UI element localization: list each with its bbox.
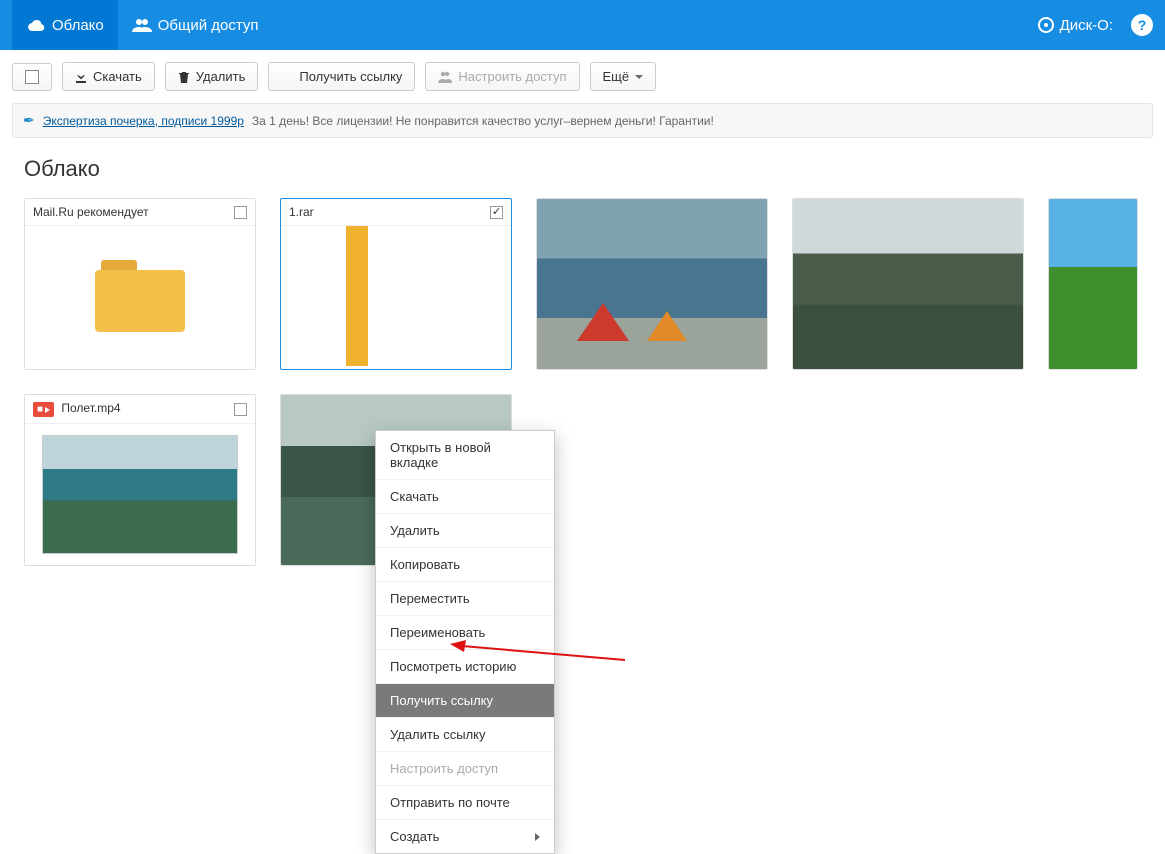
trash-icon (178, 71, 190, 83)
card-checkbox[interactable] (234, 206, 247, 219)
ctx-create[interactable]: Создать (376, 819, 554, 853)
link-icon (281, 71, 293, 83)
tab-shared[interactable]: Общий доступ (118, 0, 273, 50)
card-title: 1.rar (289, 205, 314, 219)
ctx-download[interactable]: Скачать (376, 479, 554, 513)
tab-cloud[interactable]: Облако (12, 0, 118, 50)
card-photo-tents[interactable] (536, 198, 768, 370)
share-access-label: Настроить доступ (458, 69, 566, 84)
disk-o-link[interactable]: Диск-О: (1032, 0, 1119, 50)
card-body (281, 226, 511, 366)
card-title: Mail.Ru рекомендует (33, 205, 149, 219)
pen-icon: ✒ (23, 112, 35, 129)
download-label: Скачать (93, 69, 142, 84)
people-icon (438, 71, 452, 83)
ctx-get-link[interactable]: Получить ссылку (376, 683, 554, 717)
file-grid: Mail.Ru рекомендует 1.rar (0, 190, 1165, 574)
ctx-share-access[interactable]: Настроить доступ (376, 751, 554, 785)
video-badge: ■ (33, 402, 54, 417)
topbar-right: Диск-О: ? (1032, 0, 1153, 50)
card-photo-field[interactable] (1048, 198, 1138, 370)
more-button[interactable]: Ещё (590, 62, 657, 91)
ad-tail: За 1 день! Все лицензии! Не понравится к… (252, 114, 714, 128)
card-body (25, 226, 255, 366)
delete-button[interactable]: Удалить (165, 62, 259, 91)
ctx-copy[interactable]: Копировать (376, 547, 554, 581)
more-label: Ещё (603, 69, 630, 84)
card-head: 1.rar (281, 199, 511, 226)
download-button[interactable]: Скачать (62, 62, 155, 91)
card-photo-lake[interactable] (792, 198, 1024, 370)
thumbnail-image (42, 435, 238, 554)
card-head: Mail.Ru рекомендует (25, 199, 255, 226)
content: Mail.Ru рекомендует 1.rar (0, 190, 1165, 574)
toolbar: Скачать Удалить Получить ссылку Настроит… (0, 50, 1165, 103)
page-title: Облако (0, 142, 1165, 190)
delete-label: Удалить (196, 69, 246, 84)
ctx-move[interactable]: Переместить (376, 581, 554, 615)
disk-o-label: Диск-О: (1060, 17, 1113, 34)
thumbnail-image (793, 199, 1023, 369)
card-checkbox[interactable] (490, 206, 503, 219)
disk-o-icon (1038, 17, 1054, 33)
ctx-remove-link[interactable]: Удалить ссылку (376, 717, 554, 751)
card-head: ■ Полет.mp4 (25, 395, 255, 424)
download-icon (75, 71, 87, 83)
checkbox-icon (25, 70, 39, 84)
ad-banner: ✒ Экспертиза почерка, подписи 1999р За 1… (12, 103, 1153, 138)
chevron-right-icon (535, 833, 540, 841)
card-checkbox[interactable] (234, 403, 247, 416)
tab-shared-label: Общий доступ (158, 17, 259, 34)
share-access-button[interactable]: Настроить доступ (425, 62, 579, 91)
card-body (537, 199, 767, 369)
tab-cloud-label: Облако (52, 17, 104, 34)
get-link-button[interactable]: Получить ссылку (268, 62, 415, 91)
people-icon (132, 18, 152, 32)
card-title: Полет.mp4 (61, 401, 120, 415)
topbar-left: Облако Общий доступ (12, 0, 273, 50)
card-body (793, 199, 1023, 369)
help-button[interactable]: ? (1131, 14, 1153, 36)
card-video[interactable]: ■ Полет.mp4 (24, 394, 256, 566)
select-all-checkbox[interactable] (12, 63, 52, 91)
rar-icon (346, 226, 368, 366)
get-link-label: Получить ссылку (299, 69, 402, 84)
card-rar[interactable]: 1.rar (280, 198, 512, 370)
cloud-icon (26, 18, 46, 32)
ctx-delete[interactable]: Удалить (376, 513, 554, 547)
card-title-wrap: ■ Полет.mp4 (33, 401, 121, 417)
thumbnail-image (537, 199, 767, 369)
thumbnail-image (1049, 199, 1137, 369)
folder-icon (95, 260, 185, 332)
ctx-send-mail[interactable]: Отправить по почте (376, 785, 554, 819)
chevron-down-icon (635, 75, 643, 79)
topbar: Облако Общий доступ Диск-О: ? (0, 0, 1165, 50)
ad-link[interactable]: Экспертиза почерка, подписи 1999р (43, 114, 244, 128)
card-recommend[interactable]: Mail.Ru рекомендует (24, 198, 256, 370)
card-body (25, 424, 255, 564)
annotation-arrow (450, 640, 630, 680)
ctx-open-new-tab[interactable]: Открыть в новой вкладке (376, 431, 554, 479)
card-body (1049, 199, 1137, 369)
ctx-create-label: Создать (390, 829, 439, 844)
